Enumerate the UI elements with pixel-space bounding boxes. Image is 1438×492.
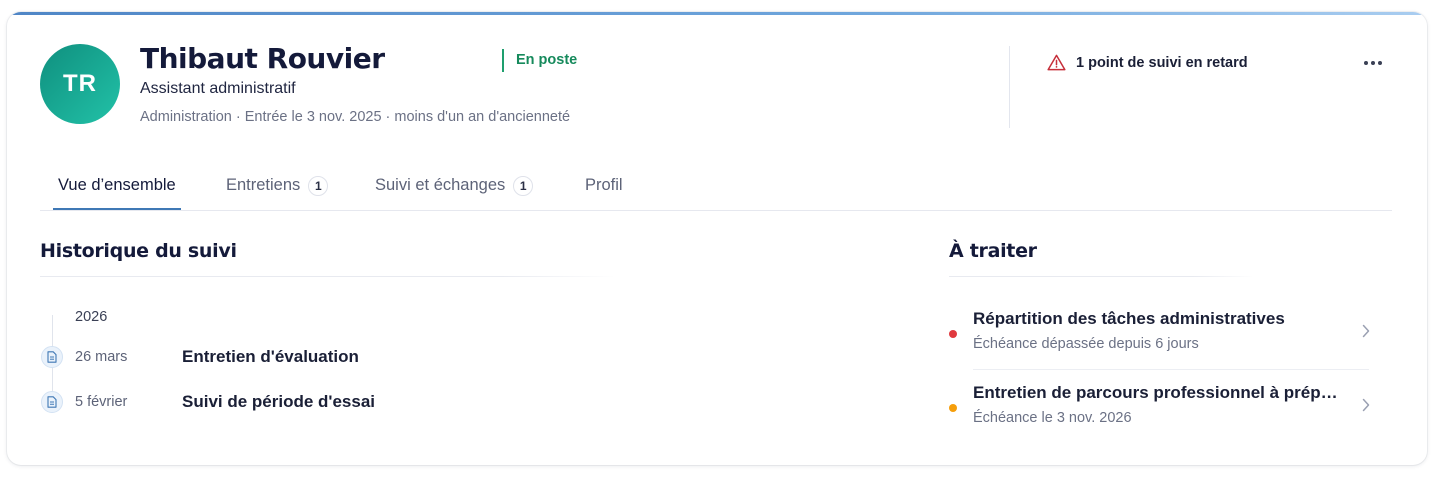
avatar-initials: TR xyxy=(63,70,97,97)
timeline-item-date: 5 février xyxy=(75,394,128,410)
timeline-item-title[interactable]: Suivi de période d'essai xyxy=(182,392,375,412)
todo-section-title: À traiter xyxy=(949,240,1037,262)
priority-dot xyxy=(949,404,957,412)
tab-profile[interactable]: Profil xyxy=(585,162,623,209)
tab-label: Suivi et échanges xyxy=(375,176,506,194)
todo-item[interactable]: Entretien de parcours professionnel à pr… xyxy=(949,374,1382,436)
timeline-item-title[interactable]: Entretien d'évaluation xyxy=(182,347,359,367)
tab-interviews[interactable]: Entretiens 1 xyxy=(226,162,329,209)
overdue-alert-text: 1 point de suivi en retard xyxy=(1076,54,1248,71)
todo-item-deadline: Échéance le 3 nov. 2026 xyxy=(973,410,1132,426)
warning-triangle-icon xyxy=(1047,54,1066,71)
tab-label: Vue d’ensemble xyxy=(58,176,176,194)
priority-dot xyxy=(949,330,957,338)
tab-bar: Vue d’ensemble Entretiens 1 Suivi et éch… xyxy=(40,162,1392,211)
tab-count-badge: 1 xyxy=(513,175,534,196)
history-section-title: Historique du suivi xyxy=(40,240,237,262)
todo-item-title: Répartition des tâches administratives xyxy=(973,309,1285,328)
history-divider xyxy=(40,276,616,277)
tab-label: Entretiens xyxy=(226,176,301,194)
more-options-button[interactable] xyxy=(1359,50,1387,74)
avatar: TR xyxy=(40,44,120,124)
chevron-right-icon xyxy=(1362,324,1370,343)
timeline-item-date: 26 mars xyxy=(75,349,128,365)
tab-overview[interactable]: Vue d’ensemble xyxy=(53,162,181,210)
todo-divider xyxy=(949,276,1254,277)
todo-item-deadline: Échéance dépassée depuis 6 jours xyxy=(973,336,1199,352)
timeline-item[interactable]: 5 février Suivi de période d'essai xyxy=(40,390,600,416)
chevron-right-icon xyxy=(1362,398,1370,417)
document-icon xyxy=(41,391,63,413)
tab-follow-up[interactable]: Suivi et échanges 1 xyxy=(375,162,534,209)
overdue-alert[interactable]: 1 point de suivi en retard xyxy=(1047,54,1248,71)
employee-card: TR Thibaut Rouvier Assistant administrat… xyxy=(7,12,1427,465)
document-icon xyxy=(41,346,63,368)
status-badge: En poste xyxy=(502,49,577,72)
timeline-year: 2026 xyxy=(75,309,108,325)
employee-name: Thibaut Rouvier xyxy=(140,42,385,75)
tab-count-badge: 1 xyxy=(308,175,329,196)
timeline-item[interactable]: 26 mars Entretien d'évaluation xyxy=(40,345,600,371)
todo-item[interactable]: Répartition des tâches administratives É… xyxy=(949,300,1382,362)
card-accent-bar xyxy=(7,12,1427,15)
tab-label: Profil xyxy=(585,176,623,194)
more-horizontal-icon xyxy=(1363,53,1383,71)
employee-role: Assistant administratif xyxy=(140,80,296,97)
employee-meta: Administration · Entrée le 3 nov. 2025 ·… xyxy=(140,109,571,125)
todo-item-title: Entretien de parcours professionnel à pr… xyxy=(973,383,1343,402)
todo-separator xyxy=(973,369,1369,370)
header-divider xyxy=(1009,46,1010,128)
